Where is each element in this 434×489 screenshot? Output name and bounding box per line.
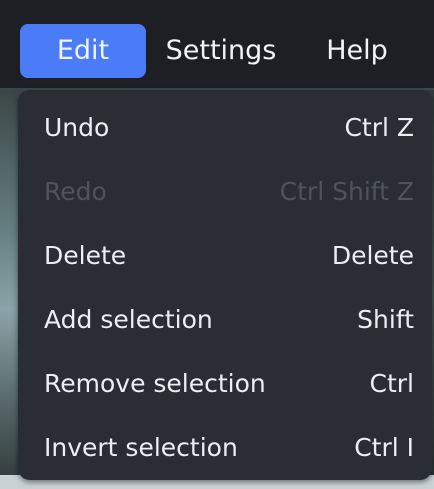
- shortcut-label: Delete: [331, 241, 414, 270]
- menu-item-undo[interactable]: Undo Ctrl Z: [18, 96, 432, 160]
- menu-item-remove-selection[interactable]: Remove selection Ctrl: [18, 352, 432, 416]
- edit-dropdown-menu: Undo Ctrl Z Redo Ctrl Shift Z Delete Del…: [18, 90, 432, 480]
- menu-item-redo: Redo Ctrl Shift Z: [18, 160, 432, 224]
- shortcut-label: Ctrl Z: [344, 113, 414, 142]
- menu-item-label: Delete: [44, 241, 127, 270]
- shortcut-label: Ctrl Shift Z: [279, 177, 414, 206]
- menu-item-invert-selection[interactable]: Invert selection Ctrl I: [18, 416, 432, 480]
- menu-edit[interactable]: Edit: [20, 24, 146, 78]
- menu-item-label: Redo: [44, 177, 107, 206]
- menu-item-label: Add selection: [44, 305, 213, 334]
- menu-help[interactable]: Help: [322, 24, 392, 78]
- menu-bar: Edit Settings Help: [0, 0, 434, 88]
- menu-settings[interactable]: Settings: [160, 24, 282, 78]
- menu-item-label: Undo: [44, 113, 110, 142]
- shortcut-label: Shift: [357, 305, 414, 334]
- shortcut-label: Ctrl I: [354, 433, 414, 462]
- menu-item-label: Invert selection: [44, 433, 238, 462]
- menu-item-label: Remove selection: [44, 369, 266, 398]
- shortcut-label: Ctrl: [369, 369, 414, 398]
- menu-item-delete[interactable]: Delete Delete: [18, 224, 432, 288]
- menu-item-add-selection[interactable]: Add selection Shift: [18, 288, 432, 352]
